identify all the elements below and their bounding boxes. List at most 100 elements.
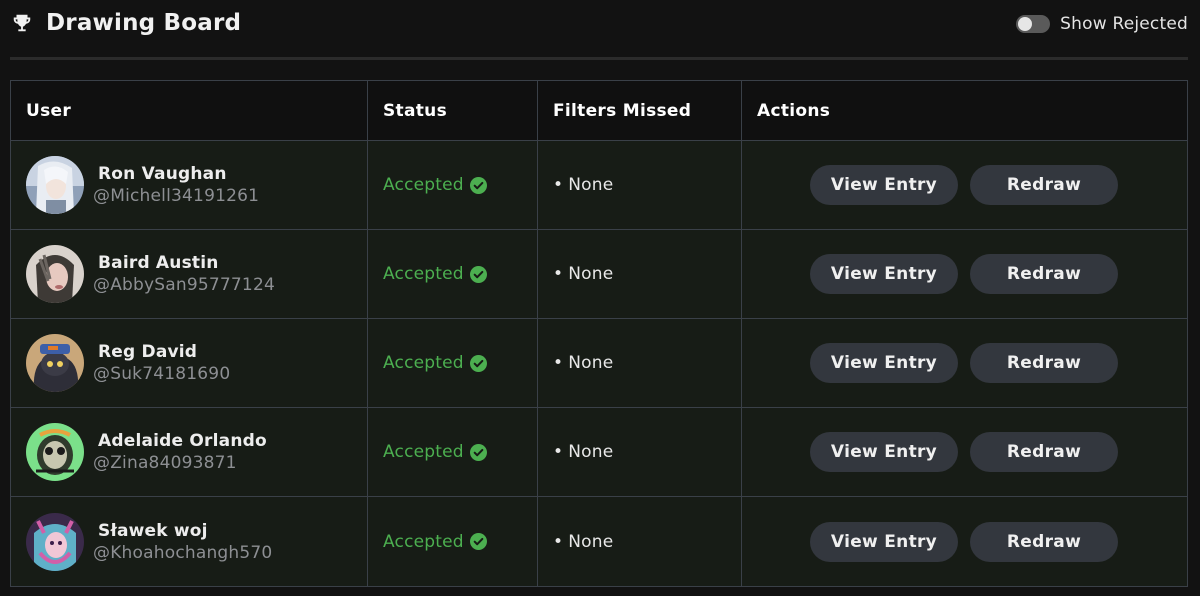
user-handle[interactable]: @AbbySan95777124 [93,274,275,296]
avatar[interactable] [26,334,84,392]
check-circle-icon [469,265,487,283]
user-handle[interactable]: @Khoahochangh570 [93,542,272,564]
user-cell: Reg David @Suk74181690 [11,319,368,407]
title-group: Drawing Board [10,8,241,38]
column-header-actions: Actions [742,81,1187,140]
table-row: Adelaide Orlando @Zina84093871 Accepted … [11,408,1187,497]
redraw-button[interactable]: Redraw [970,165,1118,205]
redraw-button[interactable]: Redraw [970,432,1118,472]
show-rejected-toggle-group: Show Rejected [1016,12,1188,36]
status-badge: Accepted [383,442,487,462]
check-circle-icon [469,354,487,372]
redraw-button[interactable]: Redraw [970,254,1118,294]
filters-missed-cell: • None [538,319,742,407]
filters-missed-label: None [568,353,614,373]
column-header-status: Status [368,81,538,140]
column-header-label: User [26,100,72,121]
status-badge: Accepted [383,353,487,373]
user-info: Reg David @Suk74181690 [93,341,230,385]
bullet-icon: • [553,531,564,552]
filters-missed-item: • None [553,442,613,462]
bullet-icon: • [553,264,564,284]
avatar[interactable] [26,512,84,571]
show-rejected-toggle[interactable] [1016,15,1051,33]
status-cell: Accepted [368,141,538,229]
check-circle-icon [469,443,487,461]
user-name: Reg David [98,342,198,362]
trophy-icon [10,11,34,35]
actions-cell: View Entry Redraw [742,408,1187,496]
show-rejected-label: Show Rejected [1060,14,1188,34]
view-entry-button[interactable]: View Entry [810,165,958,205]
status-label: Accepted [383,531,464,552]
filters-missed-label: None [568,175,614,195]
table-header-row: User Status Filters Missed Actions [11,81,1187,141]
actions-cell: View Entry Redraw [742,141,1187,229]
column-header-filters-missed: Filters Missed [538,81,742,140]
status-label: Accepted [383,264,464,284]
user-name: Adelaide Orlando [98,431,267,451]
status-label: Accepted [383,175,464,195]
filters-missed-label: None [568,531,614,552]
view-entry-button[interactable]: View Entry [810,343,958,383]
user-name: Sławek woj [98,520,208,541]
status-badge: Accepted [383,532,487,552]
table-row: Ron Vaughan @Michell34191261 Accepted • N… [11,141,1187,230]
user-cell: Sławek woj @Khoahochangh570 [11,497,368,586]
status-badge: Accepted [383,264,487,284]
status-label: Accepted [383,442,464,462]
filters-missed-cell: • None [538,141,742,229]
status-cell: Accepted [368,497,538,586]
user-name: Ron Vaughan [98,164,227,184]
filters-missed-cell: • None [538,230,742,318]
filters-missed-cell: • None [538,408,742,496]
check-circle-icon [469,533,487,550]
user-info: Adelaide Orlando @Zina84093871 [93,430,267,474]
page-header: Drawing Board Show Rejected [0,0,1200,60]
actions-cell: View Entry Redraw [742,230,1187,318]
drawing-board-page: Drawing Board Show Rejected User Status … [0,0,1200,596]
user-info: Sławek woj @Khoahochangh570 [93,520,272,564]
filters-missed-cell: • None [538,497,742,586]
user-info: Baird Austin @AbbySan95777124 [93,252,275,296]
check-circle-icon [469,176,487,194]
column-header-label: Actions [757,100,831,121]
user-handle[interactable]: @Suk74181690 [93,363,230,385]
status-cell: Accepted [368,319,538,407]
avatar[interactable] [26,423,84,481]
avatar[interactable] [26,245,84,303]
user-handle[interactable]: @Michell34191261 [93,185,259,207]
status-badge: Accepted [383,175,487,195]
bullet-icon: • [553,442,564,462]
user-cell: Baird Austin @AbbySan95777124 [11,230,368,318]
bullet-icon: • [553,353,564,373]
filters-missed-item: • None [553,532,613,552]
table-row: Baird Austin @AbbySan95777124 Accepted •… [11,230,1187,319]
filters-missed-label: None [568,264,614,284]
filters-missed-item: • None [553,175,613,195]
page-title: Drawing Board [46,10,242,36]
user-name: Baird Austin [98,253,219,273]
entries-table: User Status Filters Missed Actions Ron V… [10,80,1188,587]
toggle-knob [1018,17,1033,31]
user-cell: Ron Vaughan @Michell34191261 [11,141,368,229]
view-entry-button[interactable]: View Entry [810,254,958,294]
column-header-user: User [11,81,368,140]
table-row: Reg David @Suk74181690 Accepted • None Vi… [11,319,1187,408]
view-entry-button[interactable]: View Entry [810,521,958,562]
user-handle[interactable]: @Zina84093871 [93,452,267,474]
avatar[interactable] [26,156,84,214]
user-info: Ron Vaughan @Michell34191261 [93,163,259,207]
status-cell: Accepted [368,230,538,318]
redraw-button[interactable]: Redraw [970,343,1118,383]
filters-missed-item: • None [553,264,613,284]
column-header-label: Status [383,100,447,121]
redraw-button[interactable]: Redraw [970,521,1118,562]
table-row: Sławek woj @Khoahochangh570 Accepted • No… [11,497,1187,586]
header-divider [10,57,1188,60]
bullet-icon: • [553,175,564,195]
column-header-label: Filters Missed [553,100,692,121]
status-label: Accepted [383,353,464,373]
view-entry-button[interactable]: View Entry [810,432,958,472]
actions-cell: View Entry Redraw [742,319,1187,407]
